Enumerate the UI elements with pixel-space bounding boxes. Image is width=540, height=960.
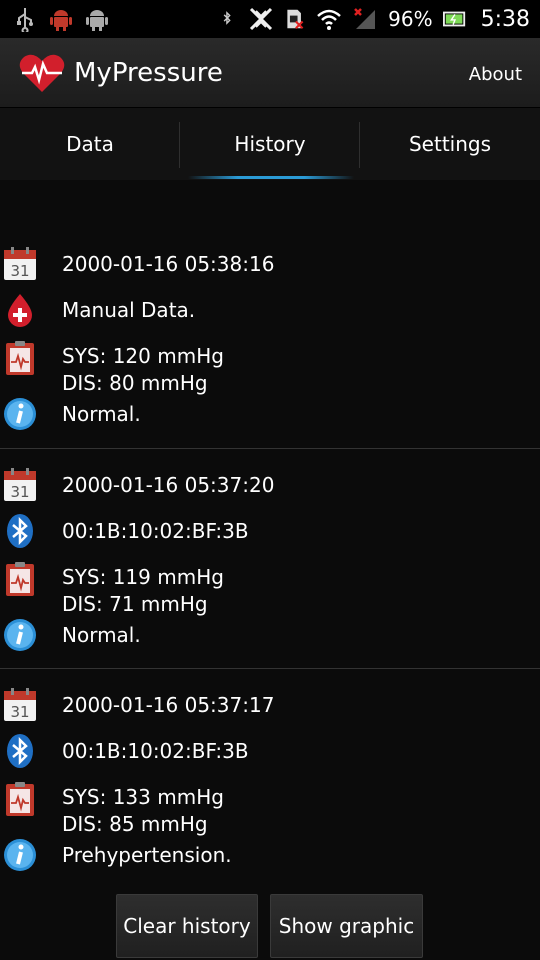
ecg-clipboard-icon	[6, 782, 34, 816]
entry-values-row: SYS: 120 mmHg DIS: 80 mmHg	[0, 336, 540, 395]
history-entry[interactable]: 31 2000-01-16 05:38:16 Manual Data. SYS:…	[0, 228, 540, 448]
info-icon	[4, 398, 36, 430]
entry-status-row: Prehypertension.	[0, 835, 540, 875]
battery-percent: 96%	[388, 7, 433, 31]
entry-date-row: 31 2000-01-16 05:37:20	[0, 465, 540, 505]
tab-history[interactable]: History	[180, 108, 360, 180]
entry-source: 00:1B:10:02:BF:3B	[62, 519, 249, 543]
usb-icon	[17, 8, 33, 32]
tab-data[interactable]: Data	[0, 108, 180, 180]
calendar-icon: 31	[4, 468, 36, 501]
diastolic-value: DIS: 85 mmHg	[62, 812, 208, 836]
history-list[interactable]: 31 2000-01-16 05:38:16 Manual Data. SYS:…	[0, 228, 540, 888]
ecg-clipboard-icon	[6, 562, 34, 596]
entry-date: 2000-01-16 05:37:20	[62, 473, 275, 497]
app-title: MyPressure	[74, 58, 223, 88]
calendar-day: 31	[10, 262, 29, 280]
bottom-button-bar: Clear history Show graphic	[0, 888, 540, 960]
entry-date: 2000-01-16 05:37:17	[62, 693, 275, 717]
ecg-clipboard-icon	[6, 341, 34, 375]
entry-status: Prehypertension.	[62, 843, 232, 867]
entry-date-row: 31 2000-01-16 05:37:17	[0, 685, 540, 725]
bluetooth-icon	[7, 734, 33, 768]
calendar-icon: 31	[4, 688, 36, 721]
about-button[interactable]: About	[469, 64, 522, 85]
android-icon	[86, 10, 108, 31]
entry-status-row: Normal.	[0, 615, 540, 655]
clear-history-button[interactable]: Clear history	[116, 894, 258, 958]
calendar-icon: 31	[4, 247, 36, 280]
selected-tab-indicator	[188, 176, 354, 179]
entry-status-row: Normal.	[0, 394, 540, 434]
entry-source: Manual Data.	[62, 298, 196, 322]
entry-source-row: 00:1B:10:02:BF:3B	[0, 511, 540, 551]
android-debug-icon	[50, 10, 72, 31]
entry-status: Normal.	[62, 402, 141, 426]
calendar-day: 31	[10, 703, 29, 721]
nfc-off-icon	[250, 7, 273, 31]
entry-values-row: SYS: 133 mmHg DIS: 85 mmHg	[0, 777, 540, 836]
entry-source-row: 00:1B:10:02:BF:3B	[0, 731, 540, 771]
diastolic-value: DIS: 80 mmHg	[62, 371, 208, 395]
wifi-icon	[317, 9, 341, 30]
sim-error-icon	[287, 9, 304, 30]
battery-icon	[442, 11, 465, 27]
bluetooth-icon	[223, 11, 231, 25]
heart-logo-icon	[19, 54, 65, 92]
tab-bar: Data History Settings	[0, 108, 540, 180]
entry-source-row: Manual Data.	[0, 290, 540, 330]
clock: 5:38	[480, 6, 530, 32]
info-icon	[4, 619, 36, 651]
systolic-value: SYS: 120 mmHg	[62, 344, 224, 368]
entry-date-row: 31 2000-01-16 05:38:16	[0, 244, 540, 284]
systolic-value: SYS: 133 mmHg	[62, 785, 224, 809]
tab-settings[interactable]: Settings	[360, 108, 540, 180]
history-entry[interactable]: 31 2000-01-16 05:37:17 00:1B:10:02:BF:3B…	[0, 668, 540, 888]
diastolic-value: DIS: 71 mmHg	[62, 592, 208, 616]
bluetooth-icon	[7, 514, 33, 548]
entry-values-row: SYS: 119 mmHg DIS: 71 mmHg	[0, 557, 540, 616]
blood-drop-icon	[8, 294, 32, 327]
entry-source: 00:1B:10:02:BF:3B	[62, 739, 249, 763]
status-bar: 96% 5:38	[0, 0, 540, 38]
history-entry[interactable]: 31 2000-01-16 05:37:20 00:1B:10:02:BF:3B…	[0, 448, 540, 668]
show-graphic-button[interactable]: Show graphic	[270, 894, 423, 958]
entry-date: 2000-01-16 05:38:16	[62, 252, 275, 276]
entry-status: Normal.	[62, 623, 141, 647]
signal-no-service-icon	[354, 8, 376, 29]
action-bar: MyPressure About	[0, 38, 540, 108]
calendar-day: 31	[10, 483, 29, 501]
systolic-value: SYS: 119 mmHg	[62, 565, 224, 589]
info-icon	[4, 839, 36, 871]
